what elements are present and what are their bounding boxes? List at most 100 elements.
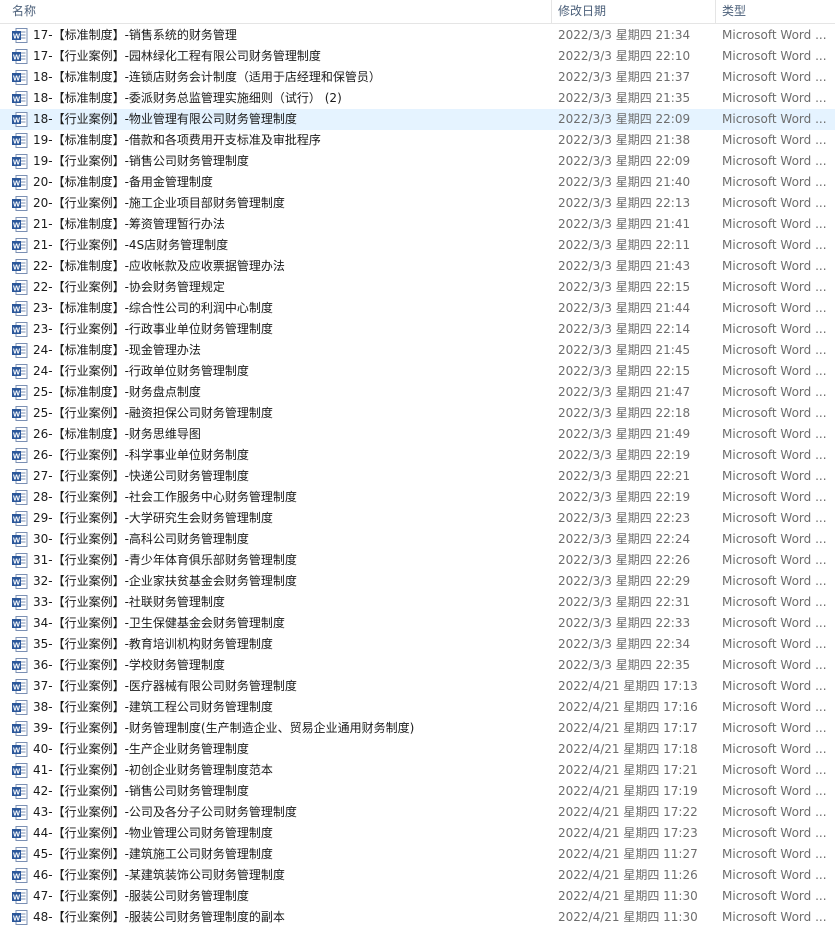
file-name: 22-【标准制度】-应收帐款及应收票据管理办法 bbox=[33, 259, 285, 273]
file-date-modified: 2022/3/3 星期四 21:37 bbox=[558, 70, 691, 84]
file-row[interactable]: W 18-【行业案例】-物业管理有限公司财务管理制度 2022/3/3 星期四 … bbox=[0, 109, 835, 130]
file-row[interactable]: W 23-【标准制度】-综合性公司的利润中心制度 2022/3/3 星期四 21… bbox=[0, 298, 835, 319]
file-type: Microsoft Word ... bbox=[722, 280, 827, 294]
file-row[interactable]: W 25-【标准制度】-财务盘点制度 2022/3/3 星期四 21:47 Mi… bbox=[0, 382, 835, 403]
file-row[interactable]: W 26-【标准制度】-财务思维导图 2022/3/3 星期四 21:49 Mi… bbox=[0, 424, 835, 445]
word-document-icon: W bbox=[12, 679, 28, 694]
file-row[interactable]: W 36-【行业案例】-学校财务管理制度 2022/3/3 星期四 22:35 … bbox=[0, 655, 835, 676]
word-document-icon: W bbox=[12, 343, 28, 358]
file-row[interactable]: W 26-【行业案例】-科学事业单位财务制度 2022/3/3 星期四 22:1… bbox=[0, 445, 835, 466]
file-row[interactable]: W 34-【行业案例】-卫生保健基金会财务管理制度 2022/3/3 星期四 2… bbox=[0, 613, 835, 634]
svg-text:W: W bbox=[13, 431, 21, 440]
file-row[interactable]: W 44-【行业案例】-物业管理公司财务管理制度 2022/4/21 星期四 1… bbox=[0, 823, 835, 844]
file-row[interactable]: W 20-【标准制度】-备用金管理制度 2022/3/3 星期四 21:40 M… bbox=[0, 172, 835, 193]
file-row[interactable]: W 18-【标准制度】-连锁店财务会计制度（适用于店经理和保管员） 2022/3… bbox=[0, 67, 835, 88]
file-row[interactable]: W 45-【行业案例】-建筑施工公司财务管理制度 2022/4/21 星期四 1… bbox=[0, 844, 835, 865]
file-row[interactable]: W 19-【标准制度】-借款和各项费用开支标准及审批程序 2022/3/3 星期… bbox=[0, 130, 835, 151]
word-document-icon: W bbox=[12, 490, 28, 505]
file-row[interactable]: W 46-【行业案例】-某建筑装饰公司财务管理制度 2022/4/21 星期四 … bbox=[0, 865, 835, 886]
file-type: Microsoft Word ... bbox=[722, 595, 827, 609]
file-name: 38-【行业案例】-建筑工程公司财务管理制度 bbox=[33, 700, 273, 714]
word-document-icon: W bbox=[12, 595, 28, 610]
file-date-modified: 2022/4/21 星期四 17:22 bbox=[558, 805, 698, 819]
file-date-modified: 2022/4/21 星期四 17:16 bbox=[558, 700, 698, 714]
svg-text:W: W bbox=[13, 347, 21, 356]
file-row[interactable]: W 48-【行业案例】-服装公司财务管理制度的副本 2022/4/21 星期四 … bbox=[0, 907, 835, 928]
file-type: Microsoft Word ... bbox=[722, 175, 827, 189]
file-row[interactable]: W 24-【行业案例】-行政单位财务管理制度 2022/3/3 星期四 22:1… bbox=[0, 361, 835, 382]
file-date-modified: 2022/3/3 星期四 21:34 bbox=[558, 28, 691, 42]
file-row[interactable]: W 29-【行业案例】-大学研究生会财务管理制度 2022/3/3 星期四 22… bbox=[0, 508, 835, 529]
file-type: Microsoft Word ... bbox=[722, 112, 827, 126]
file-row[interactable]: W 40-【行业案例】-生产企业财务管理制度 2022/4/21 星期四 17:… bbox=[0, 739, 835, 760]
word-document-icon: W bbox=[12, 847, 28, 862]
file-row[interactable]: W 24-【标准制度】-现金管理办法 2022/3/3 星期四 21:45 Mi… bbox=[0, 340, 835, 361]
file-name: 21-【行业案例】-4S店财务管理制度 bbox=[33, 238, 229, 252]
file-row[interactable]: W 22-【标准制度】-应收帐款及应收票据管理办法 2022/3/3 星期四 2… bbox=[0, 256, 835, 277]
word-document-icon: W bbox=[12, 280, 28, 295]
file-date-modified: 2022/3/3 星期四 21:44 bbox=[558, 301, 691, 315]
column-header-type[interactable]: 类型 bbox=[722, 0, 832, 23]
file-row[interactable]: W 47-【行业案例】-服装公司财务管理制度 2022/4/21 星期四 11:… bbox=[0, 886, 835, 907]
svg-text:W: W bbox=[13, 284, 21, 293]
file-row[interactable]: W 17-【行业案例】-园林绿化工程有限公司财务管理制度 2022/3/3 星期… bbox=[0, 46, 835, 67]
file-row[interactable]: W 30-【行业案例】-高科公司财务管理制度 2022/3/3 星期四 22:2… bbox=[0, 529, 835, 550]
svg-text:W: W bbox=[13, 158, 21, 167]
file-row[interactable]: W 33-【行业案例】-社联财务管理制度 2022/3/3 星期四 22:31 … bbox=[0, 592, 835, 613]
word-document-icon: W bbox=[12, 133, 28, 148]
svg-text:W: W bbox=[13, 536, 21, 545]
file-row[interactable]: W 38-【行业案例】-建筑工程公司财务管理制度 2022/4/21 星期四 1… bbox=[0, 697, 835, 718]
file-date-modified: 2022/4/21 星期四 17:19 bbox=[558, 784, 698, 798]
file-row[interactable]: W 41-【行业案例】-初创企业财务管理制度范本 2022/4/21 星期四 1… bbox=[0, 760, 835, 781]
file-row[interactable]: W 17-【标准制度】-销售系统的财务管理 2022/3/3 星期四 21:34… bbox=[0, 25, 835, 46]
column-header-name[interactable]: 名称 bbox=[12, 0, 547, 23]
svg-text:W: W bbox=[13, 746, 21, 755]
file-name: 43-【行业案例】-公司及各分子公司财务管理制度 bbox=[33, 805, 297, 819]
svg-text:W: W bbox=[13, 914, 21, 923]
file-row[interactable]: W 39-【行业案例】-财务管理制度(生产制造企业、贸易企业通用财务制度) 20… bbox=[0, 718, 835, 739]
file-name: 27-【行业案例】-快递公司财务管理制度 bbox=[33, 469, 249, 483]
file-name: 17-【行业案例】-园林绿化工程有限公司财务管理制度 bbox=[33, 49, 321, 63]
file-row[interactable]: W 20-【行业案例】-施工企业项目部财务管理制度 2022/3/3 星期四 2… bbox=[0, 193, 835, 214]
svg-text:W: W bbox=[13, 32, 21, 41]
file-type: Microsoft Word ... bbox=[722, 406, 827, 420]
file-row[interactable]: W 28-【行业案例】-社会工作服务中心财务管理制度 2022/3/3 星期四 … bbox=[0, 487, 835, 508]
file-row[interactable]: W 18-【标准制度】-委派财务总监管理实施细则（试行） (2) 2022/3/… bbox=[0, 88, 835, 109]
file-row[interactable]: W 42-【行业案例】-销售公司财务管理制度 2022/4/21 星期四 17:… bbox=[0, 781, 835, 802]
column-header-date-modified[interactable]: 修改日期 bbox=[558, 0, 708, 23]
file-row[interactable]: W 21-【行业案例】-4S店财务管理制度 2022/3/3 星期四 22:11… bbox=[0, 235, 835, 256]
svg-text:W: W bbox=[13, 599, 21, 608]
file-date-modified: 2022/4/21 星期四 17:21 bbox=[558, 763, 698, 777]
file-row[interactable]: W 27-【行业案例】-快递公司财务管理制度 2022/3/3 星期四 22:2… bbox=[0, 466, 835, 487]
file-row[interactable]: W 43-【行业案例】-公司及各分子公司财务管理制度 2022/4/21 星期四… bbox=[0, 802, 835, 823]
file-row[interactable]: W 22-【行业案例】-协会财务管理规定 2022/3/3 星期四 22:15 … bbox=[0, 277, 835, 298]
file-name: 31-【行业案例】-青少年体育俱乐部财务管理制度 bbox=[33, 553, 297, 567]
svg-text:W: W bbox=[13, 515, 21, 524]
file-row[interactable]: W 23-【行业案例】-行政事业单位财务管理制度 2022/3/3 星期四 22… bbox=[0, 319, 835, 340]
word-document-icon: W bbox=[12, 469, 28, 484]
column-divider[interactable] bbox=[715, 0, 716, 23]
file-type: Microsoft Word ... bbox=[722, 70, 827, 84]
word-document-icon: W bbox=[12, 784, 28, 799]
file-type: Microsoft Word ... bbox=[722, 469, 827, 483]
file-row[interactable]: W 35-【行业案例】-教育培训机构财务管理制度 2022/3/3 星期四 22… bbox=[0, 634, 835, 655]
word-document-icon: W bbox=[12, 763, 28, 778]
file-type: Microsoft Word ... bbox=[722, 196, 827, 210]
file-row[interactable]: W 32-【行业案例】-企业家扶贫基金会财务管理制度 2022/3/3 星期四 … bbox=[0, 571, 835, 592]
file-name: 21-【标准制度】-筹资管理暂行办法 bbox=[33, 217, 225, 231]
svg-text:W: W bbox=[13, 872, 21, 881]
column-divider[interactable] bbox=[551, 0, 552, 23]
file-date-modified: 2022/3/3 星期四 22:09 bbox=[558, 112, 691, 126]
svg-text:W: W bbox=[13, 830, 21, 839]
file-name: 25-【行业案例】-融资担保公司财务管理制度 bbox=[33, 406, 273, 420]
file-row[interactable]: W 19-【行业案例】-销售公司财务管理制度 2022/3/3 星期四 22:0… bbox=[0, 151, 835, 172]
file-date-modified: 2022/3/3 星期四 22:18 bbox=[558, 406, 691, 420]
file-row[interactable]: W 25-【行业案例】-融资担保公司财务管理制度 2022/3/3 星期四 22… bbox=[0, 403, 835, 424]
file-row[interactable]: W 21-【标准制度】-筹资管理暂行办法 2022/3/3 星期四 21:41 … bbox=[0, 214, 835, 235]
file-row[interactable]: W 31-【行业案例】-青少年体育俱乐部财务管理制度 2022/3/3 星期四 … bbox=[0, 550, 835, 571]
file-type: Microsoft Word ... bbox=[722, 490, 827, 504]
file-name: 26-【标准制度】-财务思维导图 bbox=[33, 427, 201, 441]
file-row[interactable]: W 37-【行业案例】-医疗器械有限公司财务管理制度 2022/4/21 星期四… bbox=[0, 676, 835, 697]
file-date-modified: 2022/3/3 星期四 22:15 bbox=[558, 364, 691, 378]
file-date-modified: 2022/3/3 星期四 21:40 bbox=[558, 175, 691, 189]
